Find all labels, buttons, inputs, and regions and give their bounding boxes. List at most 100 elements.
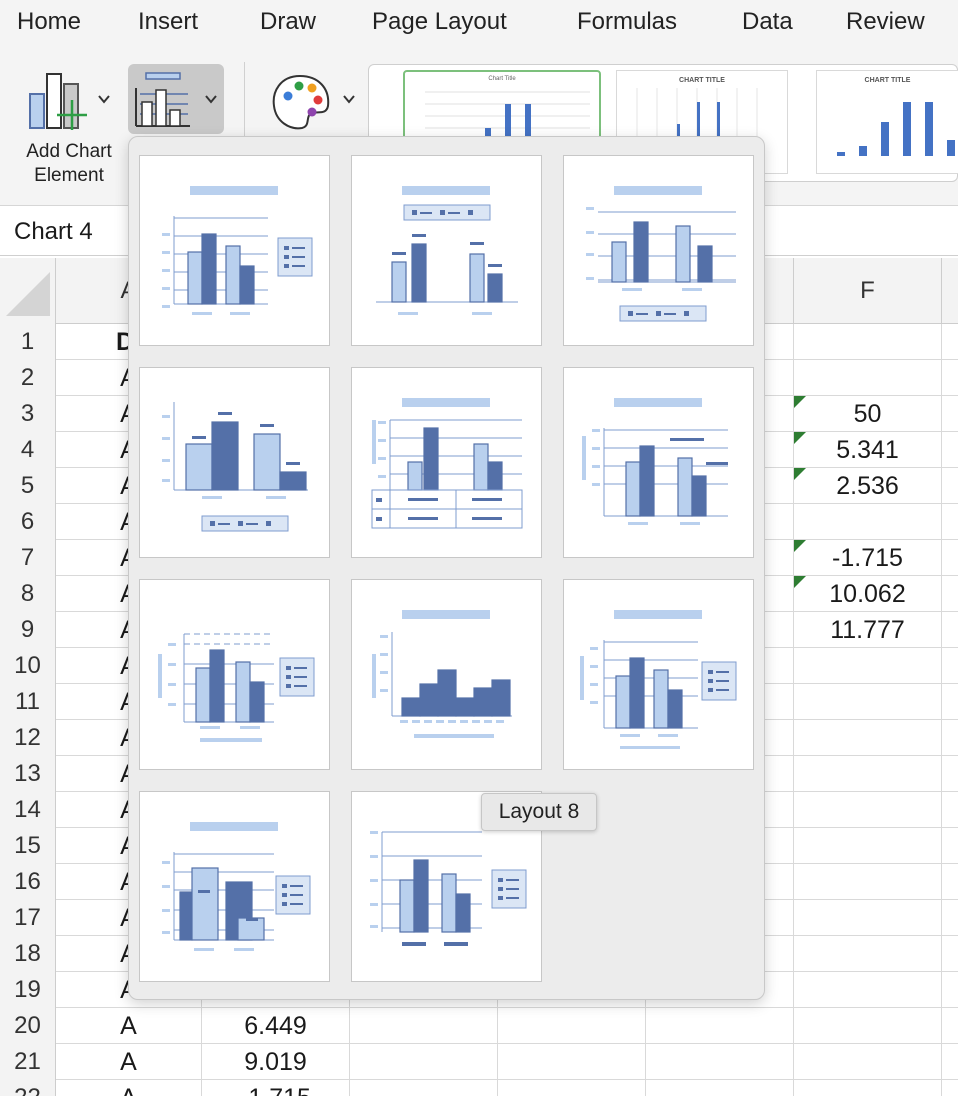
cell[interactable]	[794, 936, 942, 972]
row-number[interactable]: 2	[0, 360, 56, 396]
tab-data[interactable]: Data	[742, 8, 793, 36]
cell[interactable]	[794, 324, 942, 360]
row-number[interactable]: 6	[0, 504, 56, 540]
row-number[interactable]: 14	[0, 792, 56, 828]
cell[interactable]: 5.341	[794, 432, 942, 468]
cell[interactable]	[350, 1008, 498, 1044]
cell[interactable]: 2.536	[794, 468, 942, 504]
table-row: 22A-1.715	[0, 1080, 958, 1096]
chart-style-3[interactable]: CHART TITLE	[816, 70, 958, 174]
column-header-f[interactable]: F	[794, 258, 942, 324]
row-number[interactable]: 5	[0, 468, 56, 504]
chart-layout-option-8[interactable]	[351, 579, 542, 770]
chart-layout-preview-icon	[162, 186, 313, 315]
row-number[interactable]: 13	[0, 756, 56, 792]
cell[interactable]: -1.715	[794, 540, 942, 576]
chart-layout-option-5[interactable]	[351, 367, 542, 558]
cell[interactable]	[498, 1008, 646, 1044]
chart-layout-option-9[interactable]	[563, 579, 754, 770]
row-number[interactable]: 15	[0, 828, 56, 864]
tab-formulas[interactable]: Formulas	[577, 8, 677, 36]
error-indicator-icon	[794, 432, 806, 444]
chart-layout-preview-icon	[162, 822, 311, 951]
cell[interactable]	[350, 1080, 498, 1096]
cell[interactable]: A	[56, 1044, 202, 1080]
tab-draw[interactable]: Draw	[260, 8, 316, 36]
row-number[interactable]: 20	[0, 1008, 56, 1044]
ribbon-separator	[244, 62, 245, 142]
palette-icon	[272, 74, 355, 130]
row-number[interactable]: 4	[0, 432, 56, 468]
name-box[interactable]: Chart 4	[14, 218, 93, 246]
chart-layout-option-2[interactable]	[351, 155, 542, 346]
row-number[interactable]: 7	[0, 540, 56, 576]
cell[interactable]	[794, 1044, 942, 1080]
cell[interactable]: 6.449	[202, 1008, 350, 1044]
row-number[interactable]: 17	[0, 900, 56, 936]
cell[interactable]	[498, 1080, 646, 1096]
add-chart-element-button[interactable]: Add Chart Element	[14, 64, 124, 194]
cell[interactable]: 10.062	[794, 576, 942, 612]
cell[interactable]	[794, 684, 942, 720]
chart-layout-option-7[interactable]	[139, 579, 330, 770]
cell[interactable]: 50	[794, 396, 942, 432]
chart-style-3-preview	[837, 102, 955, 156]
cell[interactable]	[350, 1044, 498, 1080]
cell[interactable]	[794, 792, 942, 828]
table-row: 21 A 9.019	[0, 1044, 958, 1080]
chart-layout-option-4[interactable]	[139, 367, 330, 558]
chart-layout-preview-icon	[586, 186, 736, 322]
cell[interactable]	[794, 864, 942, 900]
cell[interactable]: A	[56, 1080, 202, 1096]
quick-layout-button[interactable]	[128, 64, 224, 134]
add-chart-element-label-2: Element	[34, 165, 104, 186]
quick-layout-icon	[135, 72, 217, 127]
chart-style-2-title: CHART TITLE	[679, 77, 725, 84]
cell[interactable]	[794, 648, 942, 684]
cell[interactable]	[794, 1008, 942, 1044]
cell[interactable]	[794, 900, 942, 936]
error-indicator-icon	[794, 396, 806, 408]
select-all-corner[interactable]	[0, 258, 56, 324]
cell[interactable]: -1.715	[202, 1080, 350, 1096]
row-number[interactable]: 21	[0, 1044, 56, 1080]
cell[interactable]	[646, 1080, 794, 1096]
cell[interactable]: 9.019	[202, 1044, 350, 1080]
row-number[interactable]: 12	[0, 720, 56, 756]
tab-page-layout[interactable]: Page Layout	[372, 8, 507, 36]
cell[interactable]	[646, 1044, 794, 1080]
chart-layout-option-1[interactable]	[139, 155, 330, 346]
cell[interactable]: 11.777	[794, 612, 942, 648]
chart-layout-option-6[interactable]	[563, 367, 754, 558]
cell[interactable]	[794, 360, 942, 396]
row-number[interactable]: 19	[0, 972, 56, 1008]
chart-layout-preview-icon	[376, 186, 518, 315]
row-number[interactable]: 11	[0, 684, 56, 720]
change-colors-button[interactable]	[266, 70, 362, 136]
chart-layout-option-10[interactable]	[139, 791, 330, 982]
chart-layout-option-3[interactable]	[563, 155, 754, 346]
cell[interactable]	[794, 828, 942, 864]
tab-insert[interactable]: Insert	[138, 8, 198, 36]
cell[interactable]	[794, 720, 942, 756]
cell[interactable]	[646, 1008, 794, 1044]
row-number[interactable]: 8	[0, 576, 56, 612]
tab-review[interactable]: Review	[846, 8, 925, 36]
tab-home[interactable]: Home	[17, 8, 81, 36]
add-chart-element-icon	[29, 73, 110, 130]
cell[interactable]	[498, 1044, 646, 1080]
row-number[interactable]: 9	[0, 612, 56, 648]
row-number[interactable]: 22	[0, 1080, 56, 1096]
cell[interactable]	[794, 504, 942, 540]
cell[interactable]	[794, 1080, 942, 1096]
row-number[interactable]: 10	[0, 648, 56, 684]
row-number[interactable]: 18	[0, 936, 56, 972]
row-number[interactable]: 3	[0, 396, 56, 432]
cell[interactable]: A	[56, 1008, 202, 1044]
chart-layout-preview-icon	[371, 398, 523, 529]
cell[interactable]	[794, 972, 942, 1008]
row-number[interactable]: 1	[0, 324, 56, 360]
row-number[interactable]: 16	[0, 864, 56, 900]
error-indicator-icon	[794, 540, 806, 552]
cell[interactable]	[794, 756, 942, 792]
